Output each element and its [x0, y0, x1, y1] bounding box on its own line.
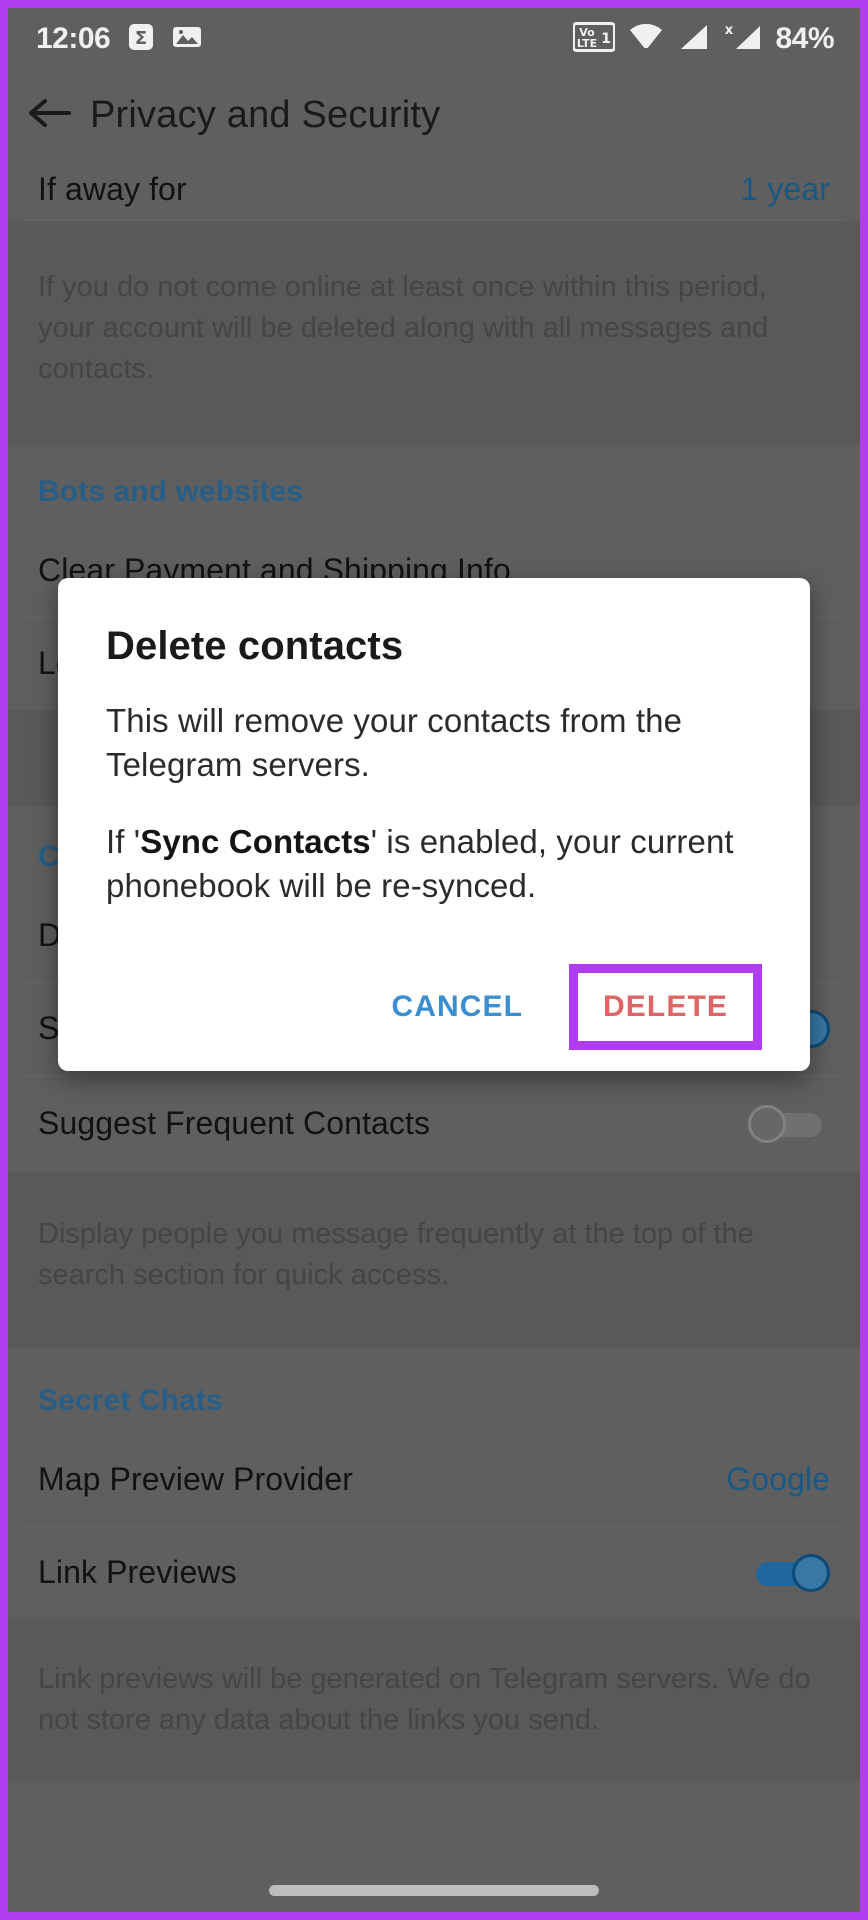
- suggest-frequent-contacts-label: Suggest Frequent Contacts: [38, 1105, 431, 1142]
- delete-button[interactable]: DELETE: [581, 976, 750, 1038]
- dialog-paragraph-2-prefix: If ': [106, 823, 141, 861]
- if-away-for-value: 1 year: [740, 170, 830, 207]
- row-map-preview-provider[interactable]: Map Preview Provider Google: [8, 1434, 860, 1526]
- wifi-icon: [628, 22, 664, 57]
- svg-text:Σ: Σ: [135, 28, 147, 49]
- status-clock: 12:06: [36, 22, 111, 55]
- link-previews-note-text: Link previews will be generated on Teleg…: [38, 1662, 811, 1737]
- sigma-notification-icon: Σ: [126, 22, 156, 57]
- status-bar-right: Vo LTE 1 x 84%: [572, 21, 834, 58]
- photo-notification-icon: [172, 24, 202, 55]
- if-away-for-label: If away for: [38, 170, 187, 207]
- status-bar: 12:06 Σ Vo LTE 1 x 84%: [8, 8, 860, 70]
- row-if-away-for[interactable]: If away for 1 year: [8, 158, 860, 220]
- away-note-band: If you do not come online at least once …: [8, 221, 860, 445]
- svg-text:LTE: LTE: [577, 37, 597, 50]
- dialog-paragraph-2-bold: Sync Contacts: [140, 823, 371, 861]
- home-indicator[interactable]: [269, 1885, 599, 1896]
- map-preview-provider-label: Map Preview Provider: [38, 1461, 353, 1498]
- link-previews-toggle[interactable]: [748, 1553, 830, 1592]
- phone-screen: 12:06 Σ Vo LTE 1 x 84% Privacy and Secur…: [8, 8, 860, 1912]
- volte-1-icon: Vo LTE 1: [572, 21, 617, 58]
- dialog-action-bar: CANCEL DELETE: [106, 961, 762, 1053]
- suggest-note-band: Display people you message frequently at…: [8, 1171, 860, 1348]
- delete-button-highlight: DELETE: [569, 964, 762, 1051]
- suggest-note-text: Display people you message frequently at…: [38, 1217, 754, 1291]
- section-header-bots: Bots and websites: [38, 474, 304, 508]
- delete-contacts-dialog: Delete contacts This will remove your co…: [58, 578, 810, 1072]
- cancel-button[interactable]: CANCEL: [367, 976, 547, 1038]
- back-button[interactable]: [8, 70, 90, 160]
- link-previews-label: Link Previews: [38, 1554, 237, 1591]
- app-bar: Privacy and Security: [8, 70, 860, 160]
- signal-bars-icon: [677, 22, 709, 57]
- map-preview-provider-value: Google: [726, 1461, 830, 1498]
- svg-text:x: x: [725, 23, 734, 38]
- page-title: Privacy and Security: [90, 93, 441, 136]
- dialog-paragraph-1: This will remove your contacts from the …: [106, 702, 683, 783]
- dialog-title: Delete contacts: [106, 624, 404, 668]
- svg-text:1: 1: [602, 31, 612, 47]
- status-bar-left: 12:06 Σ: [36, 22, 202, 57]
- battery-percentage: 84%: [775, 22, 834, 55]
- row-link-previews[interactable]: Link Previews: [8, 1527, 860, 1619]
- section-header-secret-chats: Secret Chats: [38, 1383, 223, 1417]
- suggest-frequent-contacts-toggle[interactable]: [748, 1104, 830, 1143]
- dialog-paragraph-2: If 'Sync Contacts' is enabled, your curr…: [106, 820, 762, 907]
- signal-no-data-icon: x: [722, 22, 762, 57]
- back-arrow-icon: [25, 93, 73, 138]
- away-note-text: If you do not come online at least once …: [38, 271, 769, 386]
- row-suggest-frequent-contacts[interactable]: Suggest Frequent Contacts: [8, 1076, 860, 1172]
- link-previews-note-band: Link previews will be generated on Teleg…: [8, 1618, 860, 1782]
